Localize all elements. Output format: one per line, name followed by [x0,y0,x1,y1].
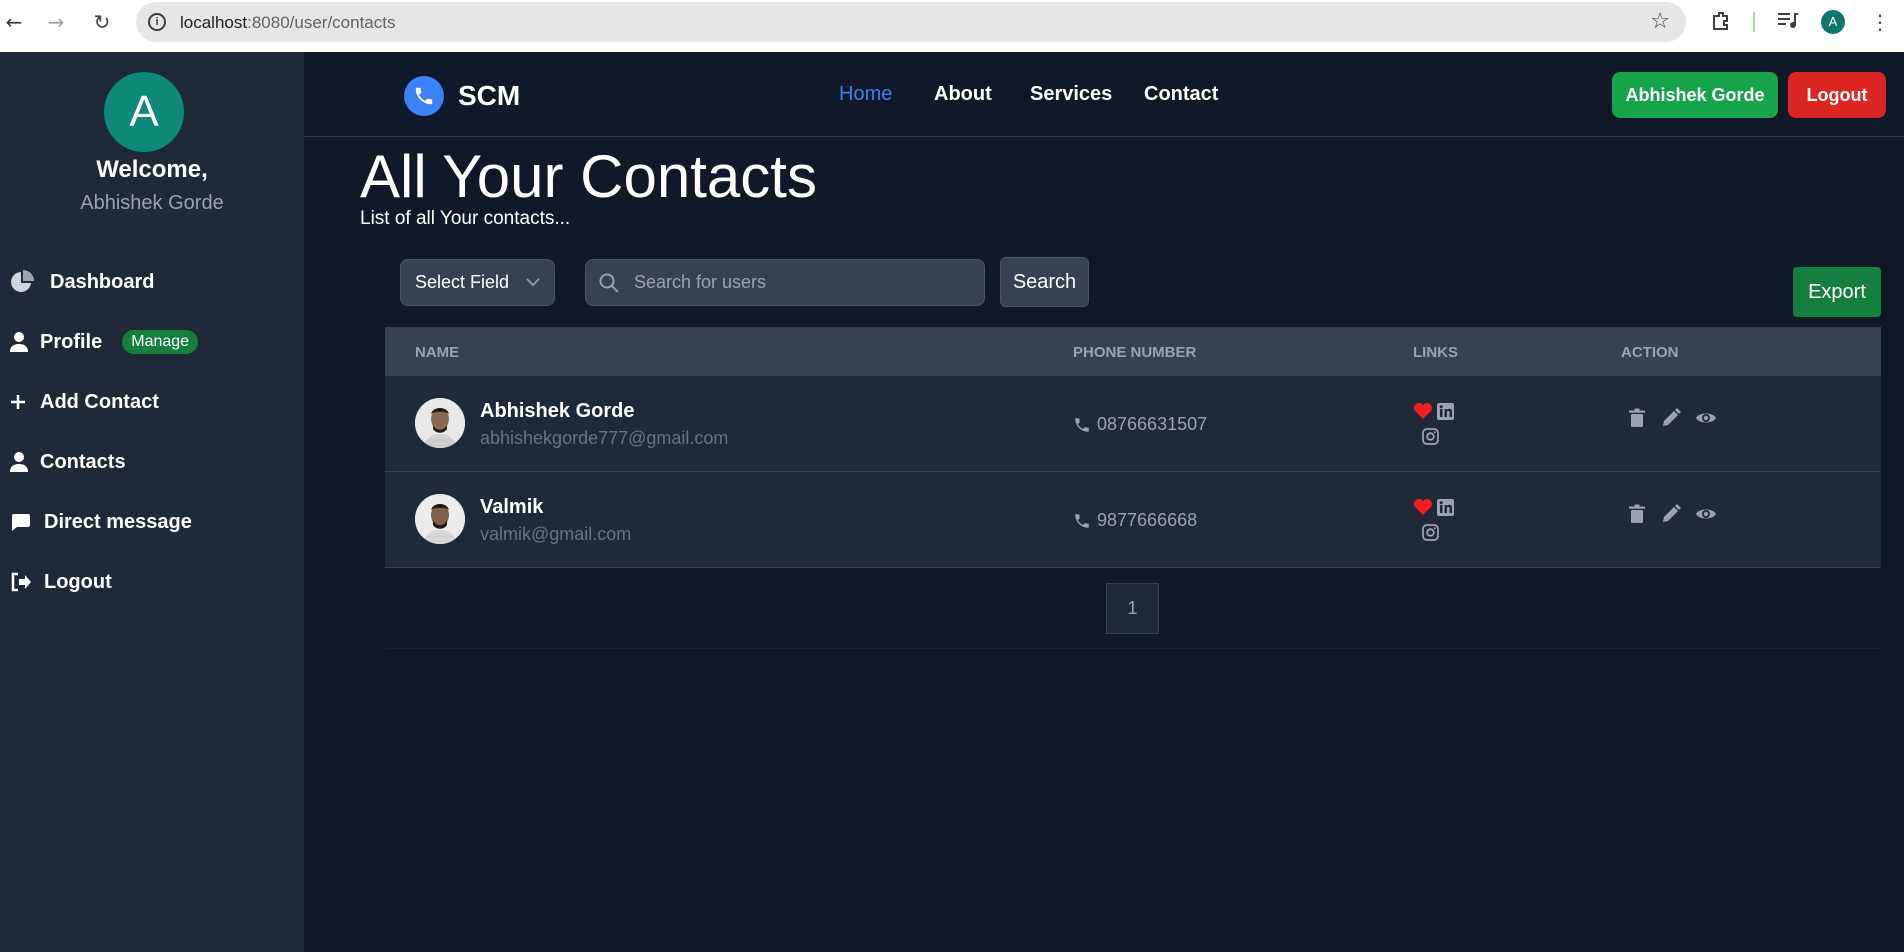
url-text[interactable]: localhost:8080/user/contacts [180,13,395,33]
address-bar[interactable]: i localhost:8080/user/contacts ☆ [136,2,1686,42]
sidebar-item-add-contact[interactable]: Add Contact [10,385,159,419]
nav-link-about[interactable]: About [934,83,992,106]
welcome-text: Welcome, [96,156,208,183]
contact-avatar [415,494,465,544]
linkedin-icon[interactable] [1437,403,1454,420]
favorite-heart-icon[interactable] [1413,402,1433,420]
row-actions [1627,504,1717,524]
page-subtitle: List of all Your contacts... [360,208,571,229]
extensions-icon[interactable] [1710,10,1732,37]
contact-email: abhishekgorde777@gmail.com [480,428,729,448]
sidebar-item-label: Add Contact [40,390,159,413]
user-avatar: A [104,72,184,152]
chevron-down-icon [526,260,540,305]
column-header-action: ACTION [1621,344,1679,361]
sidebar-item-label: Contacts [40,450,126,473]
phone-logo-icon [404,76,444,116]
contact-links [1413,402,1473,452]
sidebar-item-direct-message[interactable]: Direct message [10,505,192,539]
site-info-icon[interactable]: i [148,13,166,31]
sidebar-item-label: Direct message [44,510,192,533]
search-input[interactable] [634,260,974,305]
page-title: All Your Contacts [360,143,817,210]
field-select[interactable]: Select Field [400,259,555,306]
sidebar-username: Abhishek Gorde [80,192,224,214]
logout-icon [10,570,44,594]
brand-name: SCM [458,80,521,111]
linkedin-icon[interactable] [1437,499,1454,516]
top-navbar: SCM Home About Services Contact Abhishek… [304,52,1904,137]
search-box [585,259,985,306]
view-icon[interactable] [1695,504,1717,524]
search-button[interactable]: Search [1000,257,1089,307]
nav-link-contact[interactable]: Contact [1144,83,1218,106]
contact-phone: 9877666668 [1073,510,1197,531]
sidebar-item-logout[interactable]: Logout [10,565,112,599]
sidebar-item-contacts[interactable]: Contacts [10,445,126,479]
media-control-icon[interactable] [1775,8,1799,37]
search-icon [598,272,620,299]
nav-link-services[interactable]: Services [1030,83,1112,106]
contact-email: valmik@gmail.com [480,524,632,544]
column-header-links: LINKS [1413,344,1458,361]
reload-icon[interactable]: ↻ [90,10,114,34]
user-icon [10,450,40,474]
contact-links [1413,498,1473,548]
more-menu-icon[interactable]: ⋮ [1870,10,1890,34]
sidebar: A Welcome, Abhishek Gorde Dashboard Prof… [0,52,304,952]
edit-icon[interactable] [1661,504,1681,524]
message-icon [10,510,44,534]
separator [1753,12,1755,32]
view-icon[interactable] [1695,408,1717,428]
contacts-table: NAME PHONE NUMBER LINKS ACTION Abhishek … [385,327,1881,568]
logout-button[interactable]: Logout [1788,72,1886,118]
table-header: NAME PHONE NUMBER LINKS ACTION [385,327,1881,376]
edit-icon[interactable] [1661,408,1681,428]
pie-chart-icon [10,270,50,294]
table-row: Valmik valmik@gmail.com 9877666668 [385,472,1881,568]
user-icon [10,330,40,354]
sidebar-item-profile[interactable]: Profile Manage [10,325,199,359]
nav-link-home[interactable]: Home [839,83,892,106]
instagram-icon[interactable] [1422,428,1439,445]
bookmark-star-icon[interactable]: ☆ [1650,9,1670,34]
forward-icon[interactable]: → [44,10,68,34]
divider [385,648,1881,649]
column-header-name: NAME [415,344,460,361]
manage-badge[interactable]: Manage [122,330,199,354]
column-header-phone: PHONE NUMBER [1073,344,1197,361]
contact-name[interactable]: Valmik [480,496,543,519]
favorite-heart-icon[interactable] [1413,498,1433,516]
contact-avatar [415,398,465,448]
row-actions [1627,408,1717,428]
sidebar-item-label: Dashboard [50,270,155,293]
browser-toolbar: ← → ↻ i localhost:8080/user/contacts ☆ A… [0,0,1904,52]
pagination-page-1[interactable]: 1 [1106,583,1159,634]
sidebar-item-label: Logout [44,570,112,593]
sidebar-item-dashboard[interactable]: Dashboard [10,265,154,299]
phone-icon [1075,417,1089,432]
browser-profile-avatar[interactable]: A [1821,10,1845,34]
instagram-icon[interactable] [1422,524,1439,541]
table-row: Abhishek Gorde abhishekgorde777@gmail.co… [385,376,1881,472]
back-icon[interactable]: ← [2,10,26,34]
phone-icon [1075,513,1089,528]
user-name-button[interactable]: Abhishek Gorde [1612,72,1778,118]
contact-phone: 08766631507 [1073,414,1207,435]
export-button[interactable]: Export [1793,267,1881,317]
contact-name[interactable]: Abhishek Gorde [480,400,634,423]
sidebar-item-label: Profile [40,330,103,353]
delete-icon[interactable] [1627,504,1647,524]
brand-logo[interactable]: SCM [404,76,520,116]
plus-icon [10,390,40,414]
delete-icon[interactable] [1627,408,1647,428]
